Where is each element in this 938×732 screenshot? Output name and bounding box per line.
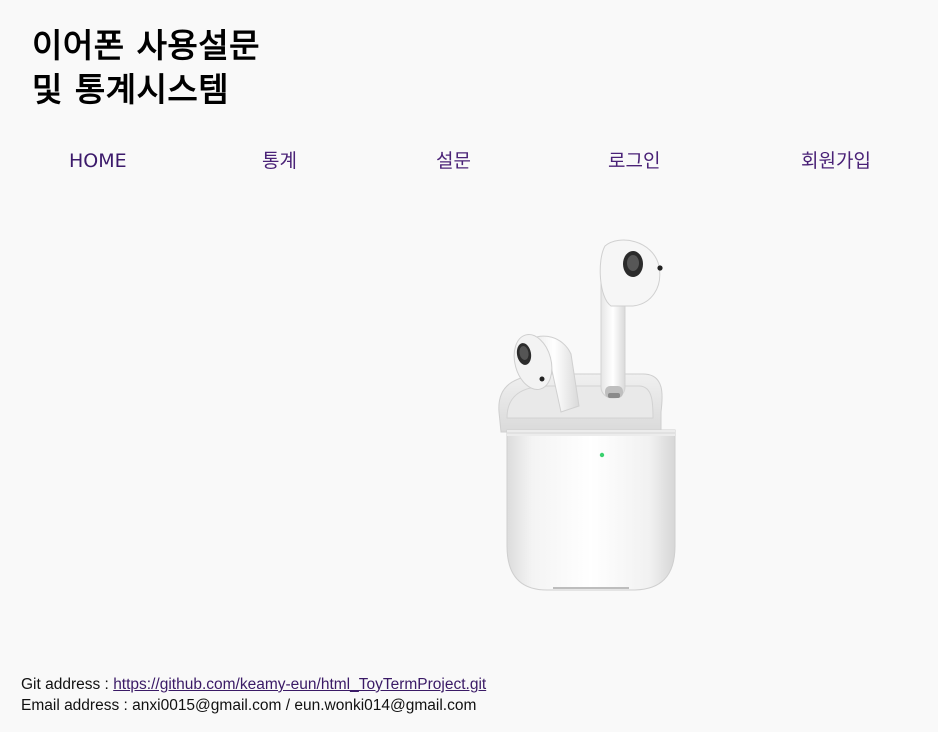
airpods-image <box>493 236 683 592</box>
footer: Git address : https://github.com/keamy-e… <box>21 674 486 716</box>
page-title: 이어폰 사용설문 및 통계시스템 <box>32 24 260 112</box>
git-address-row: Git address : https://github.com/keamy-e… <box>21 674 486 695</box>
git-address-label: Git address : <box>21 676 114 693</box>
git-address-link[interactable]: https://github.com/keamy-eun/html_ToyTer… <box>113 676 486 693</box>
airpods-illustration <box>498 239 676 591</box>
nav-home-link[interactable]: HOME <box>69 146 127 176</box>
charging-case <box>506 429 676 591</box>
email-address-row: Email address : anxi0015@gmail.com / eun… <box>21 695 486 716</box>
page-title-line-2: 및 통계시스템 <box>32 70 230 109</box>
nav-stats-link[interactable]: 통계 <box>262 146 297 176</box>
email-address-label: Email address : <box>21 697 133 714</box>
nav-survey-link[interactable]: 설문 <box>436 146 471 176</box>
page-title-line-1: 이어폰 사용설문 <box>32 26 261 65</box>
main-nav: HOME 통계 설문 로그인 회원가입 <box>0 146 938 176</box>
email-address-value: anxi0015@gmail.com / eun.wonki014@gmail.… <box>132 697 477 714</box>
nav-signup-link[interactable]: 회원가입 <box>801 146 871 176</box>
nav-login-link[interactable]: 로그인 <box>608 146 660 176</box>
